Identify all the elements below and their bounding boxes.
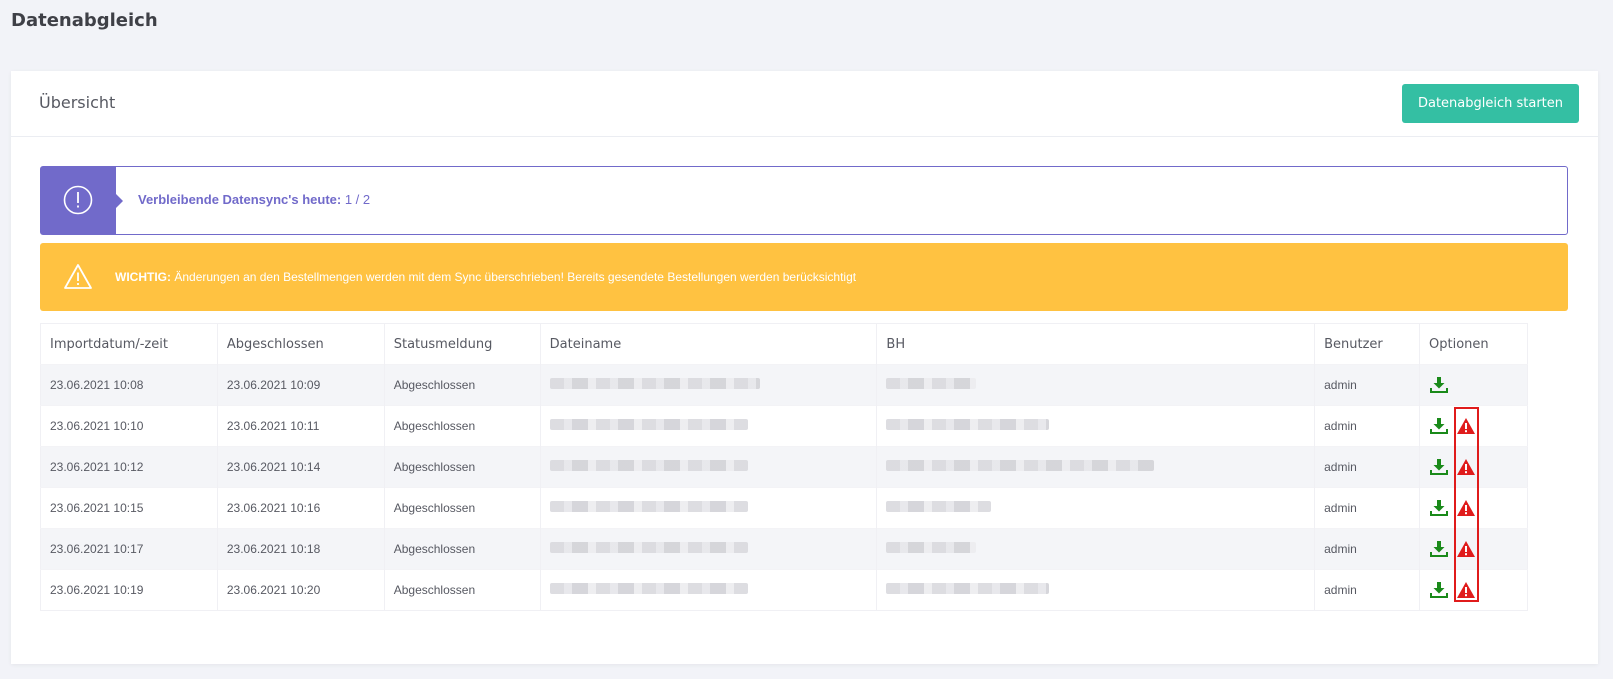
options-cell [1419,528,1528,570]
user-cell: admin [1314,528,1421,570]
blurred-bh [886,419,1050,430]
blurred-filename [549,419,748,430]
download-icon[interactable] [1429,540,1449,558]
page-title: Datenabgleich [11,10,158,31]
options-cell [1419,487,1528,529]
column-header: Optionen [1429,336,1489,352]
file-cell [540,569,878,611]
import-cell: 23.06.2021 10:17 [40,528,218,570]
user-cell: admin [1314,487,1421,529]
blurred-bh [886,542,977,553]
warning-triangle-icon [64,264,92,289]
file-cell [540,446,878,488]
column-header[interactable]: Importdatum/-zeit [40,323,218,365]
file-cell [540,528,878,570]
import-cell: 23.06.2021 10:08 [40,364,218,406]
user-cell: admin [1314,364,1421,406]
done-cell: 23.06.2021 10:18 [217,528,385,570]
warning-icon[interactable] [1456,540,1476,558]
done-cell: 23.06.2021 10:11 [217,405,385,447]
warning-message: Änderungen an den Bestellmengen werden m… [174,270,857,284]
column-header[interactable]: BH [876,323,1316,365]
bh-cell [876,446,1316,488]
blurred-bh [886,501,992,512]
table-row: 23.06.2021 10:08 23.06.2021 10:09 Abgesc… [40,364,1528,406]
blurred-filename [549,378,760,389]
bh-cell [876,528,1316,570]
table-row: 23.06.2021 10:17 23.06.2021 10:18 Abgesc… [40,528,1528,570]
download-icon[interactable] [1429,499,1449,517]
start-sync-button[interactable]: Datenabgleich starten [1402,84,1579,123]
import-cell: 23.06.2021 10:10 [40,405,218,447]
blurred-filename [549,501,748,512]
exclamation-circle-icon [63,185,93,215]
status-cell: Abgeschlossen [384,487,541,529]
overview-card: Übersicht Datenabgleich starten Verbleib… [11,71,1598,664]
blurred-filename [549,460,748,471]
info-value: 1 / 2 [344,192,371,207]
blurred-bh [886,460,1155,471]
status-cell: Abgeschlossen [384,446,541,488]
info-icon-box [41,167,123,234]
status-cell: Abgeschlossen [384,364,541,406]
status-cell: Abgeschlossen [384,405,541,447]
download-icon[interactable] [1429,581,1449,599]
bh-cell [876,569,1316,611]
user-cell: admin [1314,405,1421,447]
info-alert: Verbleibende Datensync's heute: 1 / 2 [40,166,1568,235]
warning-icon[interactable] [1456,499,1476,517]
bh-cell [876,487,1316,529]
warning-text: WICHTIG: Änderungen an den Bestellmengen… [115,270,856,284]
table-row: 23.06.2021 10:15 23.06.2021 10:16 Abgesc… [40,487,1528,529]
options-cell [1419,569,1528,611]
warning-label: WICHTIG: [115,270,171,284]
import-cell: 23.06.2021 10:15 [40,487,218,529]
column-header[interactable]: Benutzer [1314,323,1421,365]
status-cell: Abgeschlossen [384,528,541,570]
download-icon[interactable] [1429,376,1449,394]
blurred-bh [886,378,977,389]
done-cell: 23.06.2021 10:20 [217,569,385,611]
options-cell [1419,446,1528,488]
download-icon[interactable] [1429,458,1449,476]
warning-icon[interactable] [1456,458,1476,476]
options-cell [1419,364,1528,406]
done-cell: 23.06.2021 10:09 [217,364,385,406]
warning-alert: WICHTIG: Änderungen an den Bestellmengen… [40,243,1568,311]
column-header[interactable]: Abgeschlossen [217,323,385,365]
done-cell: 23.06.2021 10:14 [217,446,385,488]
column-header[interactable]: Dateiname [540,323,878,365]
options-cell [1419,405,1528,447]
import-cell: 23.06.2021 10:12 [40,446,218,488]
blurred-filename [549,542,748,553]
status-cell: Abgeschlossen [384,569,541,611]
file-cell [540,405,878,447]
import-cell: 23.06.2021 10:19 [40,569,218,611]
blurred-bh [886,583,1050,594]
user-cell: admin [1314,446,1421,488]
warning-icon[interactable] [1456,417,1476,435]
table-row: 23.06.2021 10:19 23.06.2021 10:20 Abgesc… [40,569,1528,611]
card-header: Übersicht Datenabgleich starten [11,71,1598,137]
bh-cell [876,364,1316,406]
file-cell [540,364,878,406]
card-title: Übersicht [39,93,116,112]
bh-cell [876,405,1316,447]
blurred-filename [549,583,748,594]
download-icon[interactable] [1429,417,1449,435]
file-cell [540,487,878,529]
table-header-row: Importdatum/-zeit Abgeschlossen Statusme… [40,323,1528,365]
info-label: Verbleibende Datensync's heute: [138,192,342,207]
sync-table: Importdatum/-zeit Abgeschlossen Statusme… [40,323,1528,611]
column-header[interactable]: Statusmeldung [384,323,541,365]
warning-icon[interactable] [1456,581,1476,599]
info-text: Verbleibende Datensync's heute: 1 / 2 [138,192,370,207]
done-cell: 23.06.2021 10:16 [217,487,385,529]
user-cell: admin [1314,569,1421,611]
table-row: 23.06.2021 10:12 23.06.2021 10:14 Abgesc… [40,446,1528,488]
table-row: 23.06.2021 10:10 23.06.2021 10:11 Abgesc… [40,405,1528,447]
